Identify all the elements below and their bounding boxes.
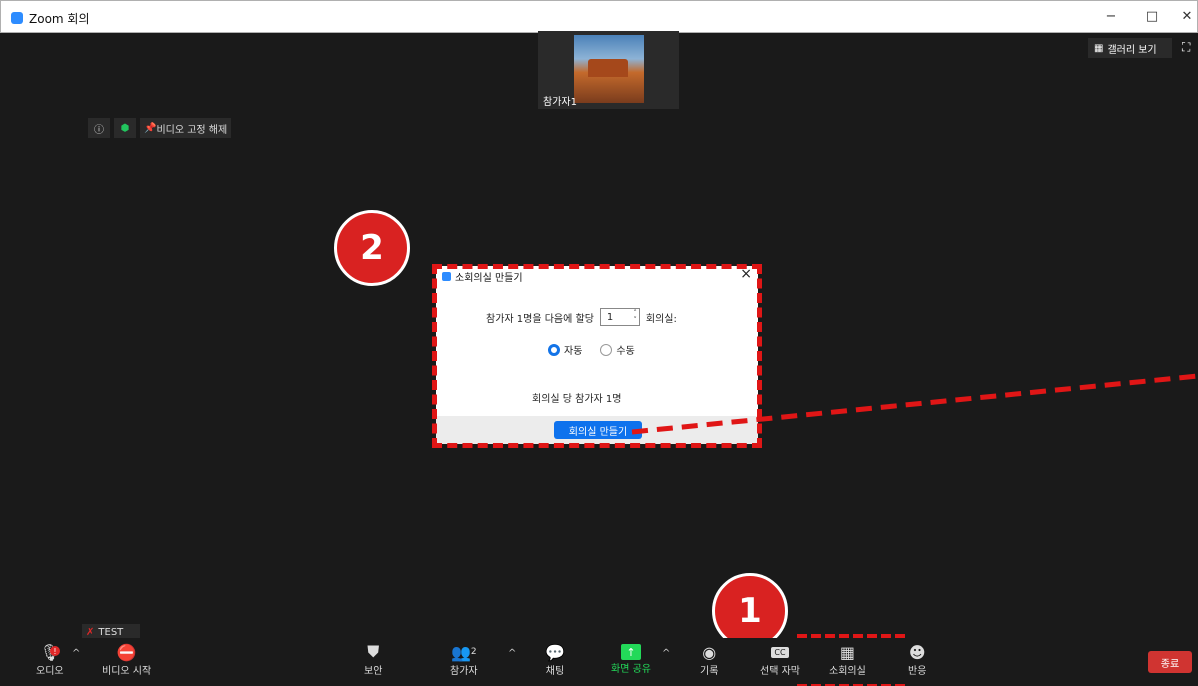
people-icon: 👥 2	[450, 642, 477, 662]
start-video-label: 비디오 시작	[102, 666, 152, 677]
meeting-toolbar: 🎙 오디오 ! ^ ⛔ 비디오 시작 ⛊ 보안 👥2 참가자 ^ 💬 채팅 ↑ …	[0, 638, 1198, 684]
test-label: TEST	[98, 626, 124, 638]
alert-badge-icon: !	[50, 646, 60, 656]
end-meeting-button[interactable]: 종료	[1148, 651, 1192, 673]
connector-svg	[631, 373, 1198, 435]
participants-button[interactable]: 👥 2 참가자	[450, 642, 478, 678]
participant-count: 2	[470, 647, 477, 657]
participants-label: 참가자	[450, 666, 478, 677]
breakout-rooms-label: 소회의실	[829, 666, 866, 677]
video-off-icon: ⛔	[116, 642, 137, 662]
captions-button[interactable]: CC 선택 자막	[760, 642, 800, 677]
breakout-rooms-button[interactable]: ▦ 소회의실	[829, 642, 866, 678]
share-caret-icon[interactable]: ^	[662, 648, 670, 659]
security-label: 보안	[364, 666, 383, 677]
shield-icon: ⛊	[367, 642, 380, 661]
reactions-label: 반응	[908, 666, 927, 677]
participants-caret-icon[interactable]: ^	[508, 648, 516, 659]
captions-label: 선택 자막	[760, 666, 800, 677]
chat-button[interactable]: 💬 채팅	[545, 642, 565, 678]
chat-icon: 💬	[545, 642, 565, 662]
share-screen-button[interactable]: ↑ 화면 공유	[611, 642, 651, 675]
share-arrow-icon: ↑	[620, 644, 641, 660]
dashed-connector-line	[631, 373, 1198, 435]
audio-button[interactable]: 🎙 오디오	[36, 642, 64, 678]
chat-label: 채팅	[545, 666, 565, 677]
smiley-icon: ☻	[908, 642, 926, 662]
start-video-button[interactable]: ⛔ 비디오 시작	[102, 642, 152, 678]
share-screen-label: 화면 공유	[611, 664, 651, 675]
security-button[interactable]: ⛊ 보안	[364, 642, 382, 677]
audio-label: 오디오	[36, 666, 64, 677]
muted-mic-icon: ✗	[86, 626, 95, 638]
audio-caret-icon[interactable]: ^	[72, 648, 80, 659]
record-icon: ◉	[702, 642, 717, 662]
cc-icon: CC	[771, 642, 789, 662]
cc-icon-text: CC	[771, 646, 789, 658]
reactions-button[interactable]: ☻ 반응	[908, 642, 927, 678]
record-button[interactable]: ◉ 기록	[700, 642, 719, 678]
record-label: 기록	[700, 666, 719, 677]
breakout-grid-icon: ▦	[839, 642, 855, 662]
